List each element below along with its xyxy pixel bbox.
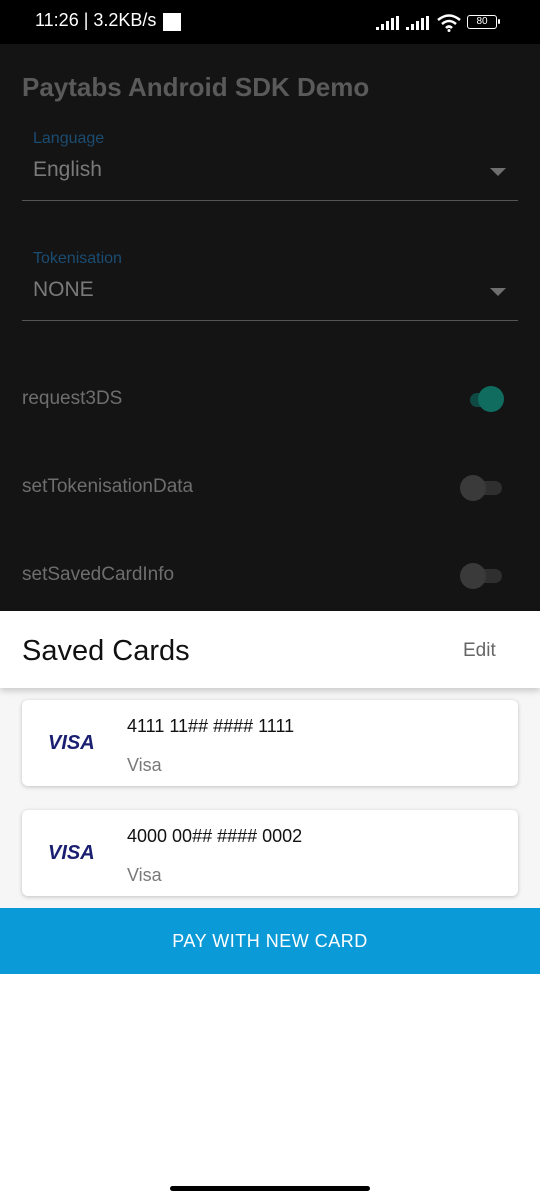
language-label: Language <box>33 130 105 147</box>
home-indicator[interactable] <box>170 1186 370 1191</box>
signal-icon <box>376 16 399 30</box>
app-title: Paytabs Android SDK Demo <box>22 72 370 102</box>
tokenisation-dropdown[interactable]: Tokenisation NONE <box>22 250 518 321</box>
visa-logo: VISA <box>48 733 95 751</box>
language-dropdown[interactable]: Language English <box>22 130 518 201</box>
status-bar: 11:26 | 3.2KB/s 80 <box>0 0 540 44</box>
edit-button[interactable]: Edit <box>463 640 496 662</box>
card-number: 4000 00## #### 0002 <box>127 826 303 846</box>
card-type: Visa <box>127 755 162 775</box>
dropdown-arrow-icon <box>490 168 506 176</box>
card-number: 4111 11## #### 1111 <box>127 716 295 736</box>
tokenisation-value: NONE <box>33 278 94 301</box>
saved-card[interactable]: VISA 4111 11## #### 1111 Visa <box>22 700 518 786</box>
saved-cards-sheet: Saved Cards Edit VISA 4111 11## #### 111… <box>0 611 540 1200</box>
saved-cards-list: VISA 4111 11## #### 1111 Visa VISA 4000 … <box>0 688 540 908</box>
status-time: 11:26 | 3.2KB/s <box>35 10 157 30</box>
request3ds-label: request3DS <box>22 388 123 409</box>
battery-icon: 80 <box>467 15 501 29</box>
svg-text:VISA: VISA <box>48 843 95 861</box>
request3ds-switch[interactable] <box>460 385 504 413</box>
tokenisation-label: Tokenisation <box>33 250 122 267</box>
visa-logo: VISA <box>48 843 95 861</box>
card-type: Visa <box>127 865 162 885</box>
set-tokenisation-data-switch[interactable] <box>460 473 504 501</box>
set-saved-card-info-switch[interactable] <box>460 561 504 589</box>
signal-icon <box>406 16 429 30</box>
battery-level: 80 <box>467 15 497 29</box>
saved-card[interactable]: VISA 4000 00## #### 0002 Visa <box>22 810 518 896</box>
dropdown-arrow-icon <box>490 288 506 296</box>
pay-with-new-card-button[interactable]: PAY WITH NEW CARD <box>0 908 540 974</box>
set-saved-card-info-label: setSavedCardInfo <box>22 564 175 585</box>
sheet-title: Saved Cards <box>22 635 190 667</box>
language-value: English <box>33 158 102 181</box>
sdk-demo-screen: Paytabs Android SDK Demo Language Englis… <box>0 44 540 612</box>
sheet-header: Saved Cards Edit <box>0 611 540 688</box>
notification-icon <box>163 13 181 31</box>
wifi-icon <box>437 14 461 32</box>
svg-text:VISA: VISA <box>48 733 95 751</box>
set-tokenisation-data-label: setTokenisationData <box>22 476 194 497</box>
